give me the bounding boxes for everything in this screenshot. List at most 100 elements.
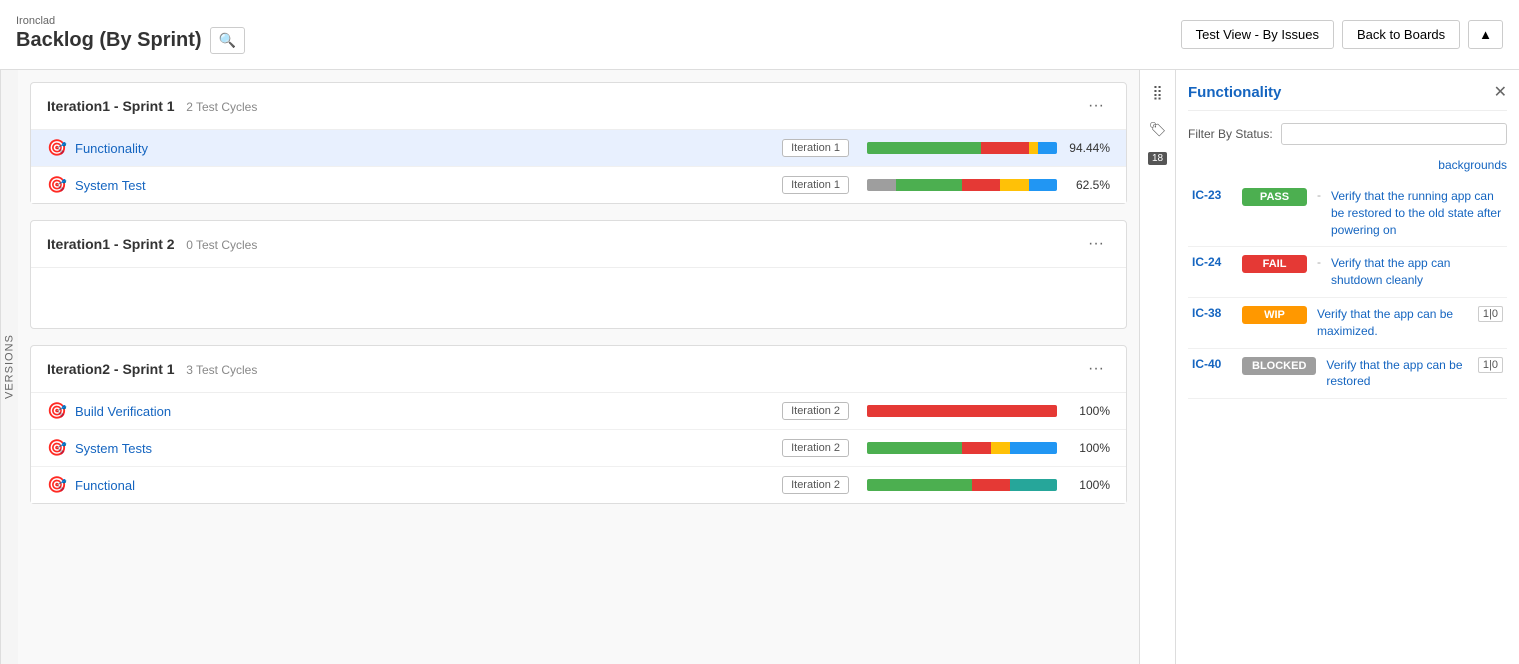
progress-pct: 94.44% [1065,141,1110,155]
page-title-text: Backlog (By Sprint) [16,29,202,52]
sprint-cycles: 2 Test Cycles [186,100,257,114]
progress-bar [867,479,1057,491]
issue-desc[interactable]: Verify that the app can be restored [1326,357,1468,391]
cycle-name[interactable]: Functional [75,478,782,493]
panel-close-button[interactable]: ✕ [1494,82,1507,102]
sprint-section: Iteration1 - Sprint 2 0 Test Cycles ··· [30,220,1127,329]
issue-sep: - [1317,188,1321,202]
cycle-row: 🎯 Functional Iteration 2 100% [31,467,1126,503]
issue-count: 1|0 [1478,357,1503,373]
toolbar-badge: 18 [1148,152,1167,165]
sprint-title-row: Iteration1 - Sprint 2 0 Test Cycles [47,236,257,252]
panel-header: Functionality ✕ [1188,82,1507,111]
cycle-row: 🎯 Functionality Iteration 1 94.44% [31,130,1126,167]
right-panel-toolbar: ⣿ 🏷 18 [1140,70,1176,664]
page-title: Backlog (By Sprint) 🔍 [16,27,245,54]
progress-bar [867,442,1057,454]
status-badge: WIP [1242,306,1307,324]
progress-pct: 100% [1065,441,1110,455]
progress-bar [867,142,1057,154]
progress-container: Iteration 2 100% [782,439,1110,457]
sprint-menu-button[interactable]: ··· [1082,358,1110,380]
cycle-name[interactable]: System Test [75,178,782,193]
sprint-title: Iteration1 - Sprint 2 [47,236,175,252]
sprint-menu-button[interactable]: ··· [1082,95,1110,117]
issue-list: IC-23 PASS - Verify that the running app… [1188,180,1507,399]
sprints-container: Iteration1 - Sprint 1 2 Test Cycles ··· … [30,82,1127,504]
filter-row: Filter By Status: [1188,123,1507,145]
toolbar-filter-button[interactable]: 🏷 [1143,115,1173,144]
cycle-icon: 🎯 [47,475,67,495]
cycle-row: 🎯 System Tests Iteration 2 100% [31,430,1126,467]
toolbar-drag-handle[interactable]: ⣿ [1146,78,1168,107]
back-to-boards-button[interactable]: Back to Boards [1342,20,1460,49]
sprint-header: Iteration2 - Sprint 1 3 Test Cycles ··· [31,346,1126,393]
sprint-title: Iteration2 - Sprint 1 [47,361,175,377]
status-badge: BLOCKED [1242,357,1316,375]
cycle-icon: 🎯 [47,438,67,458]
progress-container: Iteration 1 62.5% [782,176,1110,194]
search-icon: 🔍 [219,32,236,48]
header-left: Ironclad Backlog (By Sprint) 🔍 [16,15,245,54]
cycle-row: 🎯 System Test Iteration 1 62.5% [31,167,1126,203]
panel-content: Functionality ✕ Filter By Status: backgr… [1176,70,1519,664]
progress-container: Iteration 2 100% [782,402,1110,420]
search-button[interactable]: 🔍 [210,27,245,54]
issue-id[interactable]: IC-24 [1192,255,1232,269]
filter-status-input[interactable] [1281,123,1507,145]
filter-label: Filter By Status: [1188,127,1273,141]
sprint-section: Iteration1 - Sprint 1 2 Test Cycles ··· … [30,82,1127,204]
issue-count: 1|0 [1478,306,1503,322]
sprint-empty [31,268,1126,328]
cycle-name[interactable]: Functionality [75,141,782,156]
content-area: Iteration1 - Sprint 1 2 Test Cycles ··· … [18,70,1139,664]
status-badge: FAIL [1242,255,1307,273]
sprint-header: Iteration1 - Sprint 1 2 Test Cycles ··· [31,83,1126,130]
sprint-menu-button[interactable]: ··· [1082,233,1110,255]
issue-row: IC-24 FAIL - Verify that the app can shu… [1188,247,1507,298]
cycle-icon: 🎯 [47,138,67,158]
sprint-title-row: Iteration2 - Sprint 1 3 Test Cycles [47,361,257,377]
filter-icon: 🏷 [1149,121,1167,137]
cycle-row: 🎯 Build Verification Iteration 2 100% [31,393,1126,430]
right-panel: ⣿ 🏷 18 Functionality ✕ Filter By Status: [1139,70,1519,664]
backgrounds-label: backgrounds [1438,158,1507,172]
status-badge: PASS [1242,188,1307,206]
issue-row: IC-23 PASS - Verify that the running app… [1188,180,1507,247]
issue-desc[interactable]: Verify that the app can be maximized. [1317,306,1468,340]
iteration-badge: Iteration 1 [782,176,849,194]
issue-desc[interactable]: Verify that the running app can be resto… [1331,188,1503,238]
sprint-title: Iteration1 - Sprint 1 [47,98,175,114]
cycle-icon: 🎯 [47,175,67,195]
progress-pct: 100% [1065,404,1110,418]
cycle-name[interactable]: Build Verification [75,404,782,419]
progress-container: Iteration 1 94.44% [782,139,1110,157]
arrow-button[interactable]: ▲ [1468,20,1503,49]
progress-bar [867,405,1057,417]
issue-id[interactable]: IC-23 [1192,188,1232,202]
sprint-cycles: 0 Test Cycles [186,238,257,252]
issue-id[interactable]: IC-38 [1192,306,1232,320]
progress-pct: 100% [1065,478,1110,492]
header-right: Test View - By Issues Back to Boards ▲ [1181,20,1503,49]
issue-desc[interactable]: Verify that the app can shutdown cleanly [1331,255,1503,289]
panel-title: Functionality [1188,84,1281,101]
test-view-button[interactable]: Test View - By Issues [1181,20,1334,49]
issue-row: IC-40 BLOCKED Verify that the app can be… [1188,349,1507,400]
right-panel-inner: ⣿ 🏷 18 Functionality ✕ Filter By Status: [1140,70,1519,664]
page-header: Ironclad Backlog (By Sprint) 🔍 Test View… [0,0,1519,70]
versions-sidebar[interactable]: VERSIONS [0,70,18,664]
drag-icon: ⣿ [1152,84,1162,100]
progress-pct: 62.5% [1065,178,1110,192]
main-layout: VERSIONS Iteration1 - Sprint 1 2 Test Cy… [0,70,1519,664]
arrow-up-icon: ▲ [1479,27,1492,42]
iteration-badge: Iteration 2 [782,476,849,494]
cycle-name[interactable]: System Tests [75,441,782,456]
versions-label: VERSIONS [4,335,16,400]
sprint-cycles: 3 Test Cycles [186,363,257,377]
progress-container: Iteration 2 100% [782,476,1110,494]
progress-bar [867,179,1057,191]
issue-id[interactable]: IC-40 [1192,357,1232,371]
iteration-badge: Iteration 2 [782,439,849,457]
sprint-title-row: Iteration1 - Sprint 1 2 Test Cycles [47,98,257,114]
